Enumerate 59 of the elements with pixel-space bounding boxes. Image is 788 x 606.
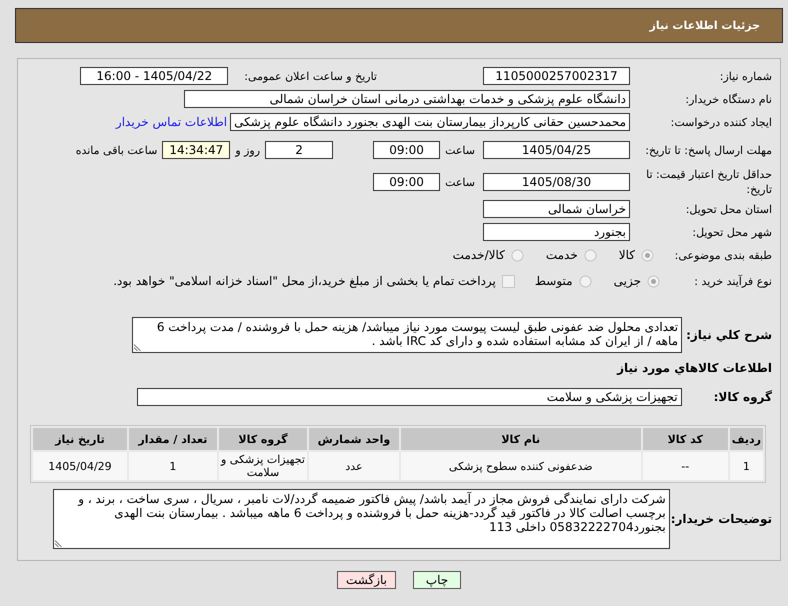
option-label: خدمت bbox=[546, 248, 578, 262]
field-label: شرح کلي نیاز: bbox=[686, 328, 772, 342]
field-label: ساعت bbox=[445, 176, 475, 188]
print-button[interactable]: چاپ bbox=[413, 571, 461, 589]
option-label: کالا/خدمت bbox=[452, 248, 505, 262]
column-header: تعداد / مقدار bbox=[128, 428, 217, 450]
remaining-time-field[interactable]: 14:34:47 bbox=[162, 141, 230, 159]
date-field[interactable]: 1405/04/25 bbox=[483, 141, 630, 159]
column-header: واحد شمارش bbox=[309, 428, 399, 450]
time-field[interactable]: 09:00 bbox=[373, 141, 440, 159]
field-label: ساعت باقی مانده bbox=[76, 144, 158, 156]
field-label: شماره نیاز: bbox=[718, 68, 772, 84]
buyer-organization-field[interactable]: دانشگاه علوم پزشکی و خدمات بهداشتی درمانی استان خراسان شمالی bbox=[184, 90, 630, 108]
date-field[interactable]: 1405/08/30 bbox=[483, 173, 630, 191]
field-label: توضیحات خریدار: bbox=[670, 512, 772, 526]
time-field[interactable]: 09:00 bbox=[373, 173, 440, 191]
checkbox-label: پرداخت تمام یا بخشی از مبلغ خرید،از محل "اسناد خزانه اسلامی" خواهد بود. bbox=[113, 274, 496, 288]
buyer-notes-field[interactable]: شرکت دارای نمایندگی فروش مجاز در آیمد باشد/ پیش فاکتور ضمیمه گردد/لات نامبر ، سریال ، سری ساخت ، برند ، و برچسب اصالت کالا در فاکتور قید گردد-هزینه حمل با فروشنده و پرداخت 6 ماهه میباشد . بیمارستان بنت الهدی بجنورد05832222704 داخلی 113 bbox=[52, 489, 670, 549]
table-cell: -- bbox=[642, 452, 728, 480]
announcement-date-field[interactable]: 1405/04/22 - 16:00 bbox=[80, 67, 228, 85]
need-number-field[interactable]: 1105000257002317 bbox=[483, 67, 630, 85]
page-title: جزئیات اطلاعات نیاز bbox=[650, 19, 760, 32]
field-label: طبقه بندی موضوعی: bbox=[674, 248, 772, 262]
field-label: تاریخ و ساعت اعلان عمومی: bbox=[244, 70, 377, 82]
section-title: اطلاعات کالاهاي مورد نیاز bbox=[616, 361, 772, 375]
field-label: مهلت ارسال پاسخ: تا تاریخ: bbox=[644, 142, 772, 158]
field-label: حداقل تاریخ اعتبار قیمت: تا تاریخ: bbox=[645, 167, 772, 197]
field-label: روز و bbox=[235, 144, 260, 156]
column-header: ردیف bbox=[730, 428, 763, 450]
column-header: تاریخ نیاز bbox=[33, 428, 127, 450]
requester-field[interactable]: محمدحسین حقانی کارپرداز بیمارستان بنت الهدی بجنورد دانشگاه علوم پزشکی bbox=[230, 113, 630, 131]
table-cell: عدد bbox=[309, 452, 399, 480]
contact-link[interactable]: اطلاعات تماس خریدار bbox=[116, 115, 228, 129]
field-label: نام دستگاه خریدار: bbox=[684, 92, 772, 106]
field-label: استان محل تحویل: bbox=[684, 202, 772, 216]
option-label: کالا bbox=[618, 248, 635, 262]
days-field[interactable]: 2 bbox=[265, 141, 334, 159]
option-label: جزیی bbox=[614, 274, 641, 288]
city-field[interactable]: بجنورد bbox=[483, 223, 630, 241]
table-cell: تجهیزات پزشکی و سلامت bbox=[218, 452, 308, 480]
table-cell: 1 bbox=[730, 452, 763, 480]
table-cell: ضدعفونی کننده سطوح پزشکی bbox=[400, 452, 641, 480]
province-field[interactable]: خراسان شمالی bbox=[483, 200, 630, 218]
field-label: گروه کالا: bbox=[714, 390, 772, 404]
option-label: متوسط bbox=[534, 274, 573, 288]
table-cell: 1 bbox=[128, 452, 217, 480]
resize-grip-icon[interactable] bbox=[134, 344, 142, 351]
field-label: نوع فرآیند خرید : bbox=[693, 274, 772, 288]
column-header: کد کالا bbox=[642, 428, 728, 450]
field-label: ایجاد کننده درخواست: bbox=[670, 114, 772, 130]
field-label: ساعت bbox=[445, 144, 475, 156]
back-button[interactable]: بازگشت bbox=[337, 571, 396, 589]
description-field[interactable]: تعدادی محلول ضد عفونی طبق لیست پیوست مورد نیاز میباشد/ هزینه حمل با فروشنده / مدت پرداخت 6 ماهه / از ایران کد مشابه استفاده شده و دارای کد IRC باشد . bbox=[132, 317, 682, 353]
field-label: شهر محل تحویل: bbox=[691, 224, 772, 240]
column-header: نام کالا bbox=[400, 428, 641, 450]
table-cell: 1405/04/29 bbox=[33, 452, 127, 480]
column-header: گروه کالا bbox=[218, 428, 308, 450]
resize-grip-icon[interactable] bbox=[54, 540, 62, 547]
product-group-field[interactable]: تجهیزات پزشکی و سلامت bbox=[136, 388, 682, 406]
